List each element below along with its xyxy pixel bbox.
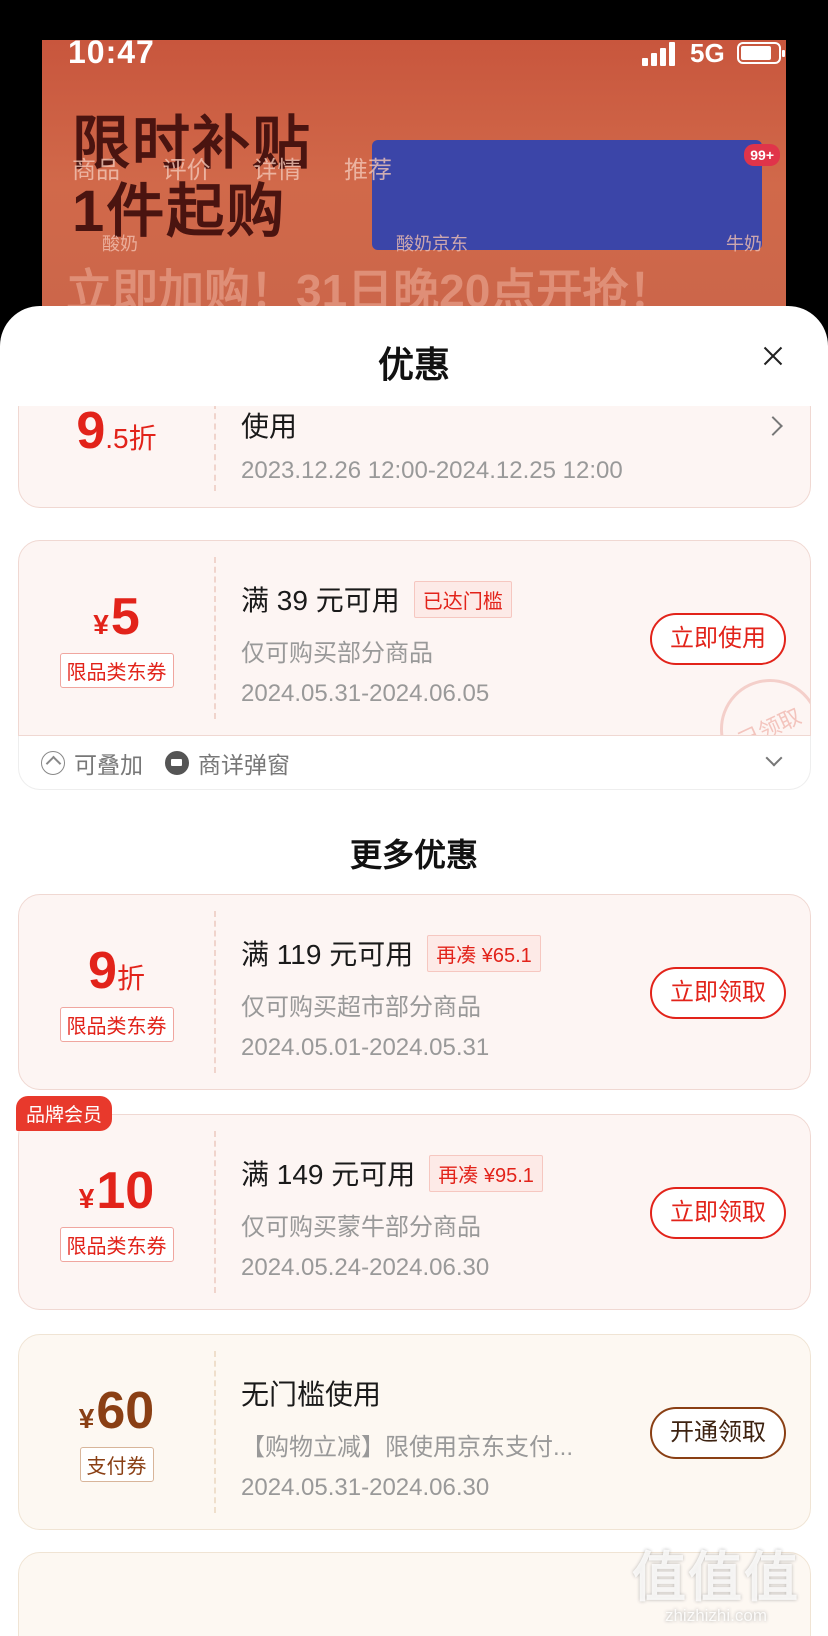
coupon-card[interactable]: 9.5折 使用 2023.12.26 12:00-2024.12.25 12:0… bbox=[18, 406, 811, 508]
currency-symbol: ¥ bbox=[78, 1183, 95, 1214]
feature-label: 商详弹窗 bbox=[198, 751, 290, 778]
coupon-validity: 2023.12.26 12:00-2024.12.25 12:00 bbox=[241, 457, 623, 484]
coupon-scope: 仅可购买蒙牛部分商品 bbox=[241, 1214, 481, 1241]
coupon-scope: 仅可购买超市部分商品 bbox=[241, 994, 481, 1021]
amount-number: 60 bbox=[96, 1382, 155, 1440]
coupon-card[interactable]: ¥60 支付券 无门槛使用 【购物立减】限使用京东支付... 2024.05.3… bbox=[18, 1334, 811, 1530]
coupon-scope: 【购物立减】限使用京东支付... bbox=[241, 1434, 574, 1461]
claimed-stamp: 已领取 bbox=[703, 662, 810, 735]
ticket-icon bbox=[165, 750, 189, 775]
coupon-divider bbox=[214, 557, 216, 719]
coupon-condition: 满 39 元可用 bbox=[241, 585, 400, 616]
coupon-condition: 使用 bbox=[241, 411, 298, 442]
coupon-amount-block: 9折 限品类东券 bbox=[19, 941, 214, 1042]
coupon-details: 满 149 元可用 再凑 ¥95.1 仅可购买蒙牛部分商品 2024.05.24… bbox=[241, 1153, 670, 1282]
bg-tab-reviews: 评价 bbox=[162, 157, 211, 184]
coupon-divider bbox=[214, 1131, 216, 1293]
coupon-condition: 无门槛使用 bbox=[241, 1379, 382, 1410]
feature-popup: 商详弹窗 bbox=[165, 746, 290, 780]
signal-icon bbox=[642, 42, 678, 66]
coupon-amount: 9折 bbox=[19, 941, 214, 1001]
coupon-condition-row: 满 149 元可用 再凑 ¥95.1 bbox=[241, 1153, 670, 1193]
chevron-down-icon[interactable] bbox=[765, 749, 783, 767]
coupon-validity: 2024.05.24-2024.06.30 bbox=[241, 1254, 490, 1281]
coupon-details: 使用 2023.12.26 12:00-2024.12.25 12:00 bbox=[241, 406, 730, 485]
coupon-condition-row: 满 39 元可用 已达门槛 bbox=[241, 579, 670, 619]
bg-thumb-label: 酸奶 bbox=[102, 234, 138, 254]
bg-cart-badge: 99+ bbox=[744, 144, 780, 166]
network-type: 5G bbox=[690, 38, 725, 68]
bg-nav-tabs: 商品 评价 详情 推荐 bbox=[72, 150, 428, 185]
coupon-validity: 2024.05.01-2024.05.31 bbox=[241, 1034, 490, 1061]
coupon-features-row[interactable]: 可叠加 商详弹窗 bbox=[18, 736, 811, 790]
coupon-type-tag: 支付券 bbox=[79, 1447, 154, 1482]
shortfall-badge: 再凑 ¥95.1 bbox=[429, 1154, 543, 1192]
feature-label: 可叠加 bbox=[74, 751, 143, 778]
amount-number: 9 bbox=[76, 406, 106, 460]
coupon-amount-block: ¥5 限品类东券 bbox=[19, 587, 214, 688]
amount-number: 10 bbox=[96, 1162, 155, 1220]
coupon-amount: ¥60 bbox=[19, 1381, 214, 1441]
coupon-details: 满 119 元可用 再凑 ¥65.1 仅可购买超市部分商品 2024.05.01… bbox=[241, 933, 670, 1062]
coupon-sheet: 优惠 9.5折 使用 2023.12.26 12:00-2024.12.25 1… bbox=[0, 306, 828, 1636]
coupon-divider bbox=[214, 911, 216, 1073]
coupon-amount-block: ¥10 限品类东券 bbox=[19, 1161, 214, 1262]
status-time: 10:47 bbox=[68, 34, 155, 70]
bg-thumb-label: 酸奶京东 bbox=[396, 234, 468, 254]
threshold-badge: 已达门槛 bbox=[413, 580, 512, 618]
amount-number: 5 bbox=[110, 588, 140, 646]
coupon-scope: 仅可购买部分商品 bbox=[241, 640, 433, 667]
coupon-divider bbox=[214, 406, 216, 491]
activate-claim-button[interactable]: 开通领取 bbox=[650, 1407, 786, 1459]
bg-tab-product: 商品 bbox=[72, 157, 120, 184]
coupon-card[interactable]: 9折 限品类东券 满 119 元可用 再凑 ¥65.1 仅可购买超市部分商品 2… bbox=[18, 894, 811, 1090]
use-now-button[interactable]: 立即使用 bbox=[650, 613, 786, 665]
amount-number: 9 bbox=[88, 942, 117, 1000]
coupon-amount: ¥10 bbox=[19, 1161, 214, 1221]
currency-symbol: ¥ bbox=[78, 1403, 95, 1434]
coupon-list[interactable]: 9.5折 使用 2023.12.26 12:00-2024.12.25 12:0… bbox=[0, 406, 828, 1636]
stack-icon bbox=[41, 750, 65, 775]
brand-member-badge: 品牌会员 bbox=[16, 1096, 113, 1131]
coupon-condition: 满 119 元可用 bbox=[241, 939, 414, 970]
coupon-details: 满 39 元可用 已达门槛 仅可购买部分商品 2024.05.31-2024.0… bbox=[241, 579, 670, 708]
close-icon[interactable] bbox=[758, 342, 788, 372]
bg-tab-details: 详情 bbox=[253, 157, 302, 184]
amount-suffix: .5折 bbox=[105, 423, 157, 454]
coupon-details: 无门槛使用 【购物立减】限使用京东支付... 2024.05.31-2024.0… bbox=[241, 1373, 670, 1502]
coupon-amount: ¥5 bbox=[19, 587, 214, 647]
battery-icon bbox=[737, 42, 785, 64]
coupon-condition: 满 149 元可用 bbox=[241, 1159, 416, 1190]
bg-tab-recommend: 推荐 bbox=[344, 157, 393, 184]
coupon-type-tag: 限品类东券 bbox=[59, 1007, 174, 1042]
coupon-card[interactable]: ¥10 限品类东券 满 149 元可用 再凑 ¥95.1 仅可购买蒙牛部分商品 … bbox=[18, 1114, 811, 1310]
more-offers-title: 更多优惠 bbox=[349, 837, 478, 873]
sheet-title: 优惠 bbox=[377, 344, 450, 385]
coupon-amount-block: 9.5折 bbox=[19, 406, 214, 461]
coupon-validity: 2024.05.31-2024.06.30 bbox=[241, 1474, 490, 1501]
claim-button[interactable]: 立即领取 bbox=[650, 967, 786, 1019]
coupon-card[interactable]: ¥5 限品类东券 满 39 元可用 已达门槛 仅可购买部分商品 2024.05.… bbox=[18, 540, 811, 736]
bg-thumbnails: 酸奶 酸奶京东 牛奶 bbox=[102, 230, 762, 256]
chevron-right-icon[interactable] bbox=[763, 416, 783, 436]
shortfall-badge: 再凑 ¥65.1 bbox=[427, 934, 541, 972]
watermark: 值值值 zhizhizhi.com bbox=[632, 1533, 800, 1626]
coupon-divider bbox=[214, 1351, 216, 1513]
coupon-validity: 2024.05.31-2024.06.05 bbox=[241, 680, 490, 707]
watermark-logo: 值值值 bbox=[632, 1548, 800, 1608]
amount-suffix: 折 bbox=[116, 963, 145, 994]
bg-thumb-label: 牛奶 bbox=[726, 234, 762, 254]
coupon-type-tag: 限品类东券 bbox=[59, 653, 174, 688]
coupon-type-tag: 限品类东券 bbox=[59, 1227, 174, 1262]
currency-symbol: ¥ bbox=[93, 609, 109, 640]
claim-button[interactable]: 立即领取 bbox=[650, 1187, 786, 1239]
coupon-amount-block: ¥60 支付券 bbox=[19, 1381, 214, 1482]
coupon-amount: 9.5折 bbox=[19, 406, 214, 461]
feature-stackable: 可叠加 bbox=[41, 746, 143, 780]
status-bar: 10:47 5G bbox=[0, 0, 828, 92]
coupon-condition-row: 满 119 元可用 再凑 ¥65.1 bbox=[241, 933, 670, 973]
